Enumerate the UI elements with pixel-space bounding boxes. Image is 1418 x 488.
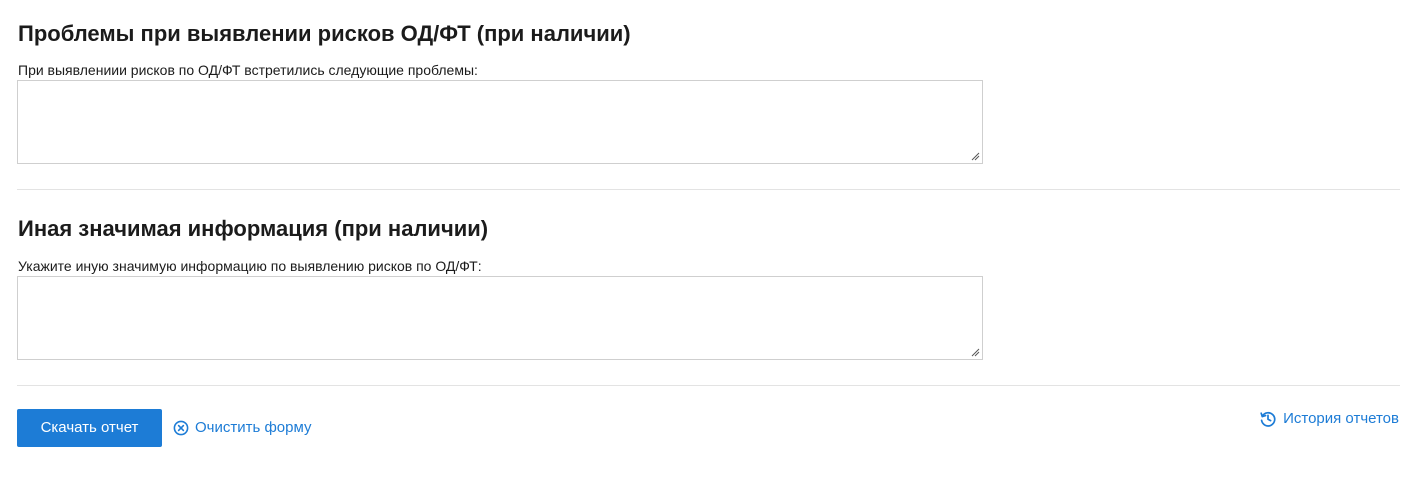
section-title-problems: Проблемы при выявлении рисков ОД/ФТ (при… <box>18 21 631 46</box>
section-title-other-info: Иная значимая информация (при наличии) <box>18 216 489 241</box>
clear-form-label: Очистить форму <box>195 419 312 436</box>
resize-handle-icon[interactable] <box>970 151 980 161</box>
clear-form-button[interactable]: Очистить форму <box>173 418 311 438</box>
history-clock-icon <box>1260 411 1276 427</box>
problems-field-label: При выявлениии рисков по ОД/ФТ встретили… <box>18 62 478 78</box>
report-history-link[interactable]: История отчетов <box>1259 409 1399 429</box>
section-divider <box>17 385 1400 386</box>
download-report-button[interactable]: Скачать отчет <box>17 409 162 447</box>
problems-textarea[interactable] <box>18 81 982 163</box>
other-info-field-label: Укажите иную значимую информацию по выяв… <box>18 258 482 274</box>
section-divider <box>17 189 1400 190</box>
clear-circle-x-icon <box>173 420 189 436</box>
report-history-label: История отчетов <box>1283 410 1399 427</box>
other-info-textarea[interactable] <box>18 277 982 359</box>
other-info-textarea-container <box>17 276 983 360</box>
resize-handle-icon[interactable] <box>970 347 980 357</box>
problems-textarea-container <box>17 80 983 164</box>
